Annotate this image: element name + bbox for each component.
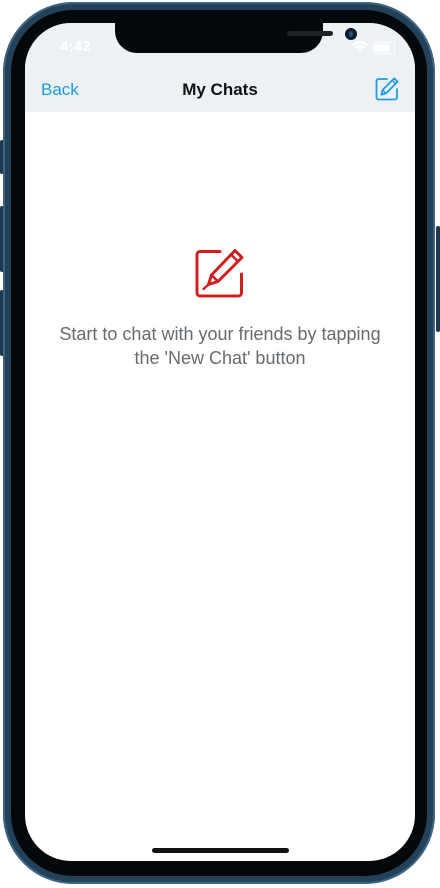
wifi-icon xyxy=(352,41,368,53)
status-time: 4:42 xyxy=(60,38,92,55)
new-chat-compose-icon[interactable] xyxy=(374,76,400,102)
empty-state: Start to chat with your friends by tappi… xyxy=(25,248,415,370)
screen: 4:42 Back My Chats Start to chat with yo… xyxy=(25,23,415,861)
front-camera xyxy=(345,28,357,40)
page-title: My Chats xyxy=(182,80,258,99)
navigation-bar: 4:42 Back My Chats xyxy=(25,23,415,112)
battery-icon xyxy=(373,42,395,54)
notch xyxy=(115,23,357,53)
home-indicator[interactable] xyxy=(152,848,289,853)
earpiece-speaker xyxy=(287,31,333,36)
phone-device: 4:42 Back My Chats Start to chat with yo… xyxy=(0,0,440,888)
compose-icon xyxy=(195,249,244,298)
empty-state-message: Start to chat with your friends by tappi… xyxy=(59,324,381,368)
power-button xyxy=(436,226,440,332)
